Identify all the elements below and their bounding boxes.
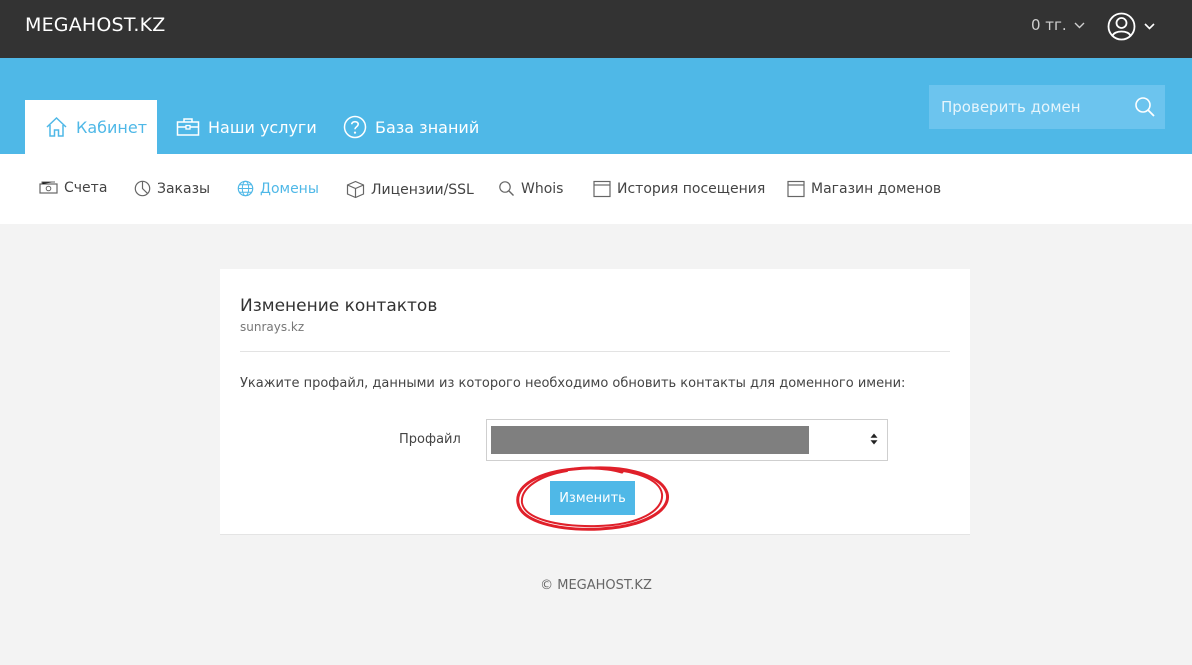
top-bar: MEGAHOST.KZ 0 тг. bbox=[0, 0, 1192, 58]
instruction-text: Укажите профайл, данными из которого нео… bbox=[240, 376, 906, 391]
subnav-label: История посещения bbox=[617, 181, 766, 197]
chevron-down-icon bbox=[1074, 22, 1085, 28]
profile-label: Профайл bbox=[399, 432, 461, 447]
subnav-visit-history[interactable]: История посещения bbox=[593, 180, 765, 198]
subnav-invoices[interactable]: Счета bbox=[39, 180, 107, 196]
subnav-label: Лицензии/SSL bbox=[371, 181, 474, 198]
sub-nav: Счета Заказы Домены Лицензии/SSL Whois И… bbox=[0, 154, 1192, 224]
chevron-down-icon bbox=[1144, 23, 1155, 30]
subnav-domains[interactable]: Домены bbox=[237, 180, 319, 197]
profile-select[interactable] bbox=[486, 419, 888, 461]
change-contacts-card: Изменение контактов sunrays.kz Укажите п… bbox=[220, 269, 970, 535]
tab-label: Наши услуги bbox=[208, 117, 317, 137]
redacted-profile-value bbox=[491, 426, 809, 454]
subnav-whois[interactable]: Whois bbox=[498, 180, 563, 197]
home-icon bbox=[46, 116, 67, 137]
search-icon[interactable] bbox=[1134, 96, 1156, 118]
subnav-label: Whois bbox=[521, 180, 564, 197]
tab-label: База знаний bbox=[375, 117, 480, 137]
subnav-label: Магазин доменов bbox=[811, 181, 942, 197]
balance-value: 0 тг. bbox=[1031, 16, 1067, 34]
calendar-icon bbox=[787, 180, 805, 198]
pie-chart-icon bbox=[134, 180, 151, 197]
help-icon bbox=[343, 115, 367, 139]
money-icon bbox=[39, 181, 58, 194]
tab-cabinet[interactable]: Кабинет bbox=[25, 100, 157, 154]
site-logo[interactable]: MEGAHOST.KZ bbox=[25, 14, 166, 36]
subnav-label: Домены bbox=[260, 180, 319, 197]
page-title: Изменение контактов bbox=[240, 296, 438, 316]
balance-dropdown[interactable]: 0 тг. bbox=[1031, 16, 1085, 34]
tab-label: Кабинет bbox=[76, 117, 148, 137]
briefcase-icon bbox=[176, 118, 200, 136]
subnav-domain-store[interactable]: Магазин доменов bbox=[787, 180, 941, 198]
subnav-orders[interactable]: Заказы bbox=[134, 180, 210, 197]
select-arrows-icon bbox=[870, 433, 878, 445]
divider bbox=[240, 351, 950, 352]
highlight-circle-annotation bbox=[516, 466, 669, 531]
footer-copyright: © MEGAHOST.KZ bbox=[540, 578, 652, 593]
domain-name: sunrays.kz bbox=[240, 320, 305, 334]
subnav-label: Заказы bbox=[157, 180, 211, 197]
tab-knowledge-base[interactable]: База знаний bbox=[343, 100, 479, 154]
search-icon bbox=[499, 181, 514, 196]
subnav-label: Счета bbox=[64, 180, 108, 196]
subnav-licenses[interactable]: Лицензии/SSL bbox=[346, 180, 474, 199]
user-avatar-icon bbox=[1107, 12, 1136, 41]
globe-icon bbox=[237, 180, 254, 197]
box-icon bbox=[346, 180, 365, 199]
domain-search bbox=[929, 85, 1165, 129]
tab-services[interactable]: Наши услуги bbox=[176, 100, 317, 154]
calendar-icon bbox=[593, 180, 611, 198]
domain-search-input[interactable] bbox=[929, 85, 1129, 129]
user-menu[interactable] bbox=[1107, 12, 1155, 41]
